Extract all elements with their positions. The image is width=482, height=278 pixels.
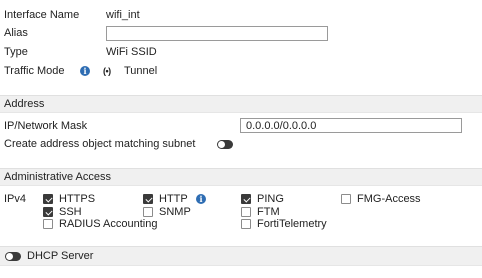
traffic-mode-label: Traffic Mode (4, 65, 65, 77)
ssh-checkbox[interactable] (43, 207, 53, 217)
dhcp-section: DHCP Server (0, 246, 482, 266)
dhcp-server-label: DHCP Server (27, 250, 94, 262)
interface-name-label: Interface Name (4, 9, 80, 21)
create-address-object-toggle[interactable] (217, 140, 233, 149)
address-section-title: Address (4, 98, 45, 110)
http-label: HTTP (159, 193, 188, 205)
snmp-label: SNMP (159, 206, 191, 218)
alias-label: Alias (4, 27, 28, 39)
fortitelemetry-checkbox[interactable] (241, 219, 251, 229)
ssh-label: SSH (59, 206, 82, 218)
fmg-access-checkbox[interactable] (341, 194, 351, 204)
type-value: WiFi SSID (106, 46, 157, 58)
alias-input[interactable] (106, 26, 328, 41)
tunnel-icon: (•) (103, 66, 111, 76)
ping-checkbox[interactable] (241, 194, 251, 204)
traffic-mode-value: Tunnel (124, 65, 158, 77)
dhcp-server-toggle[interactable] (5, 252, 21, 261)
admin-access-section-title: Administrative Access (4, 171, 111, 183)
ping-label: PING (257, 193, 284, 205)
ip-network-mask-label: IP/Network Mask (4, 120, 88, 132)
https-checkbox[interactable] (43, 194, 53, 204)
http-checkbox[interactable] (143, 194, 153, 204)
ftm-checkbox[interactable] (241, 207, 251, 217)
ip-network-mask-input[interactable] (240, 118, 462, 133)
http-info-icon[interactable]: i (196, 194, 206, 204)
create-address-object-label: Create address object matching subnet (4, 138, 196, 150)
interface-name-value: wifi_int (106, 9, 140, 21)
fortitelemetry-label: FortiTelemetry (257, 218, 327, 230)
address-section-header: Address (0, 95, 482, 113)
radius-accounting-label: RADIUS Accounting (59, 218, 158, 230)
info-icon[interactable]: i (80, 66, 90, 76)
fmg-access-label: FMG-Access (357, 193, 421, 205)
https-label: HTTPS (59, 193, 96, 205)
snmp-checkbox[interactable] (143, 207, 153, 217)
type-label: Type (4, 46, 28, 58)
radius-accounting-checkbox[interactable] (43, 219, 53, 229)
ftm-label: FTM (257, 206, 280, 218)
admin-access-section-header: Administrative Access (0, 168, 482, 186)
ipv4-label: IPv4 (4, 193, 27, 205)
